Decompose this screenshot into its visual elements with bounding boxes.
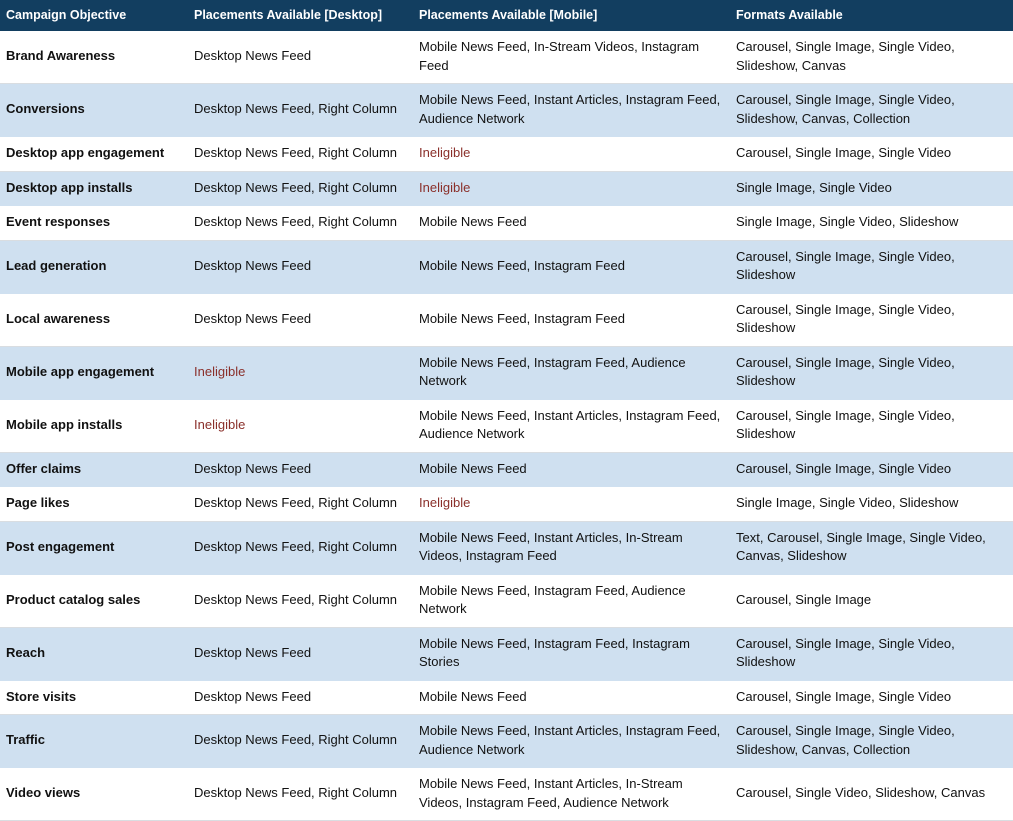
column-header-placements-mobile: Placements Available [Mobile]	[413, 0, 730, 31]
table-row: Traffic Desktop News Feed, Right Column Mo…	[0, 714, 1013, 768]
cell-campaign-objective: Lead generation	[0, 240, 188, 294]
cell-placements-desktop: Desktop News Feed	[188, 452, 413, 487]
cell-formats-available: Single Image, Single Video, Slideshow	[730, 486, 1013, 522]
cell-campaign-objective: Desktop app installs	[0, 171, 188, 206]
cell-placements-mobile: Mobile News Feed, Instagram Feed, Audien…	[413, 346, 730, 400]
table-row: Desktop app installs Desktop News Feed, R…	[0, 171, 1013, 206]
cell-placements-mobile: Mobile News Feed, Instagram Feed	[413, 240, 730, 294]
cell-placements-desktop: Desktop News Feed, Right Column	[188, 171, 413, 206]
ineligible-label: Ineligible	[188, 346, 413, 400]
table-row: Video views Desktop News Feed, Right Colu…	[0, 767, 1013, 821]
cell-campaign-objective: Store visits	[0, 680, 188, 715]
table-row: Brand Awareness Desktop News Feed Mobile N…	[0, 31, 1013, 84]
cell-formats-available: Carousel, Single Image, Single Video, Sl…	[730, 83, 1013, 137]
column-header-placements-desktop: Placements Available [Desktop]	[188, 0, 413, 31]
cell-placements-desktop: Desktop News Feed	[188, 240, 413, 294]
cell-campaign-objective: Conversions	[0, 83, 188, 137]
cell-placements-desktop: Desktop News Feed, Right Column	[188, 714, 413, 768]
cell-campaign-objective: Desktop app engagement	[0, 136, 188, 172]
table-row: Post engagement Desktop News Feed, Right …	[0, 521, 1013, 575]
cell-formats-available: Text, Carousel, Single Image, Single Vid…	[730, 521, 1013, 575]
table-row: Event responses Desktop News Feed, Right …	[0, 205, 1013, 241]
cell-placements-mobile: Mobile News Feed, Instant Articles, Inst…	[413, 714, 730, 768]
cell-placements-mobile: Mobile News Feed, Instagram Feed	[413, 293, 730, 347]
cell-formats-available: Carousel, Single Image, Single Video, Sl…	[730, 714, 1013, 768]
table-header: Campaign Objective Placements Available …	[0, 0, 1013, 31]
cell-campaign-objective: Mobile app installs	[0, 399, 188, 453]
cell-formats-available: Carousel, Single Video, Slideshow, Canva…	[730, 767, 1013, 821]
cell-placements-mobile: Mobile News Feed, Instagram Feed, Instag…	[413, 627, 730, 681]
table-row: Lead generation Desktop News Feed Mobile N…	[0, 240, 1013, 294]
table-body: Brand Awareness Desktop News Feed Mobile N…	[0, 31, 1013, 821]
table-row: Mobile app engagement Ineligible Mobile Ne…	[0, 346, 1013, 400]
cell-placements-desktop: Desktop News Feed, Right Column	[188, 83, 413, 137]
cell-campaign-objective: Brand Awareness	[0, 31, 188, 84]
table-row: Desktop app engagement Desktop News Feed,…	[0, 136, 1013, 172]
cell-placements-desktop: Desktop News Feed	[188, 627, 413, 681]
table-row: Reach Desktop News Feed Mobile News Feed, …	[0, 627, 1013, 681]
cell-formats-available: Single Image, Single Video	[730, 171, 1013, 206]
cell-formats-available: Carousel, Single Image, Single Video	[730, 452, 1013, 487]
cell-campaign-objective: Offer claims	[0, 452, 188, 487]
cell-campaign-objective: Reach	[0, 627, 188, 681]
cell-campaign-objective: Event responses	[0, 205, 188, 241]
cell-placements-desktop: Desktop News Feed, Right Column	[188, 767, 413, 821]
cell-formats-available: Carousel, Single Image, Single Video, Sl…	[730, 346, 1013, 400]
table-row: Page likes Desktop News Feed, Right Colum…	[0, 486, 1013, 522]
cell-campaign-objective: Local awareness	[0, 293, 188, 347]
cell-placements-desktop: Desktop News Feed, Right Column	[188, 521, 413, 575]
cell-placements-mobile: Mobile News Feed, Instant Articles, Inst…	[413, 399, 730, 453]
cell-placements-desktop: Desktop News Feed	[188, 680, 413, 715]
cell-campaign-objective: Product catalog sales	[0, 574, 188, 628]
cell-placements-mobile: Mobile News Feed, Instagram Feed, Audien…	[413, 574, 730, 628]
cell-formats-available: Carousel, Single Image, Single Video, Sl…	[730, 293, 1013, 347]
table-row: Offer claims Desktop News Feed Mobile News…	[0, 452, 1013, 487]
table-row: Conversions Desktop News Feed, Right Colu…	[0, 83, 1013, 137]
cell-formats-available: Single Image, Single Video, Slideshow	[730, 205, 1013, 241]
cell-placements-mobile: Mobile News Feed	[413, 205, 730, 241]
cell-formats-available: Carousel, Single Image, Single Video	[730, 136, 1013, 172]
cell-placements-desktop: Desktop News Feed	[188, 293, 413, 347]
ineligible-label: Ineligible	[413, 171, 730, 206]
ineligible-label: Ineligible	[413, 136, 730, 172]
cell-placements-mobile: Mobile News Feed	[413, 680, 730, 715]
cell-formats-available: Carousel, Single Image, Single Video	[730, 680, 1013, 715]
cell-formats-available: Carousel, Single Image, Single Video, Sl…	[730, 31, 1013, 84]
cell-campaign-objective: Traffic	[0, 714, 188, 768]
cell-placements-desktop: Desktop News Feed	[188, 31, 413, 84]
cell-campaign-objective: Video views	[0, 767, 188, 821]
campaign-placements-table: Campaign Objective Placements Available …	[0, 0, 1013, 821]
table-row: Store visits Desktop News Feed Mobile News…	[0, 680, 1013, 715]
cell-formats-available: Carousel, Single Image, Single Video, Sl…	[730, 627, 1013, 681]
cell-placements-mobile: Mobile News Feed, Instant Articles, In-S…	[413, 767, 730, 821]
cell-formats-available: Carousel, Single Image, Single Video, Sl…	[730, 399, 1013, 453]
cell-placements-desktop: Desktop News Feed, Right Column	[188, 205, 413, 241]
cell-formats-available: Carousel, Single Image, Single Video, Sl…	[730, 240, 1013, 294]
ineligible-label: Ineligible	[413, 486, 730, 522]
cell-campaign-objective: Page likes	[0, 486, 188, 522]
ineligible-label: Ineligible	[188, 399, 413, 453]
table-row: Local awareness Desktop News Feed Mobile N…	[0, 293, 1013, 347]
cell-placements-mobile: Mobile News Feed, Instant Articles, Inst…	[413, 83, 730, 137]
table-row: Mobile app installs Ineligible Mobile News…	[0, 399, 1013, 453]
cell-placements-desktop: Desktop News Feed, Right Column	[188, 574, 413, 628]
cell-formats-available: Carousel, Single Image	[730, 574, 1013, 628]
cell-campaign-objective: Mobile app engagement	[0, 346, 188, 400]
cell-placements-desktop: Desktop News Feed, Right Column	[188, 136, 413, 172]
table-row: Product catalog sales Desktop News Feed, …	[0, 574, 1013, 628]
column-header-formats-available: Formats Available	[730, 0, 1013, 31]
cell-placements-mobile: Mobile News Feed	[413, 452, 730, 487]
cell-placements-mobile: Mobile News Feed, Instant Articles, In-S…	[413, 521, 730, 575]
cell-placements-desktop: Desktop News Feed, Right Column	[188, 486, 413, 522]
cell-placements-mobile: Mobile News Feed, In-Stream Videos, Inst…	[413, 31, 730, 84]
table-header-row: Campaign Objective Placements Available …	[0, 0, 1013, 31]
cell-campaign-objective: Post engagement	[0, 521, 188, 575]
column-header-campaign-objective: Campaign Objective	[0, 0, 188, 31]
